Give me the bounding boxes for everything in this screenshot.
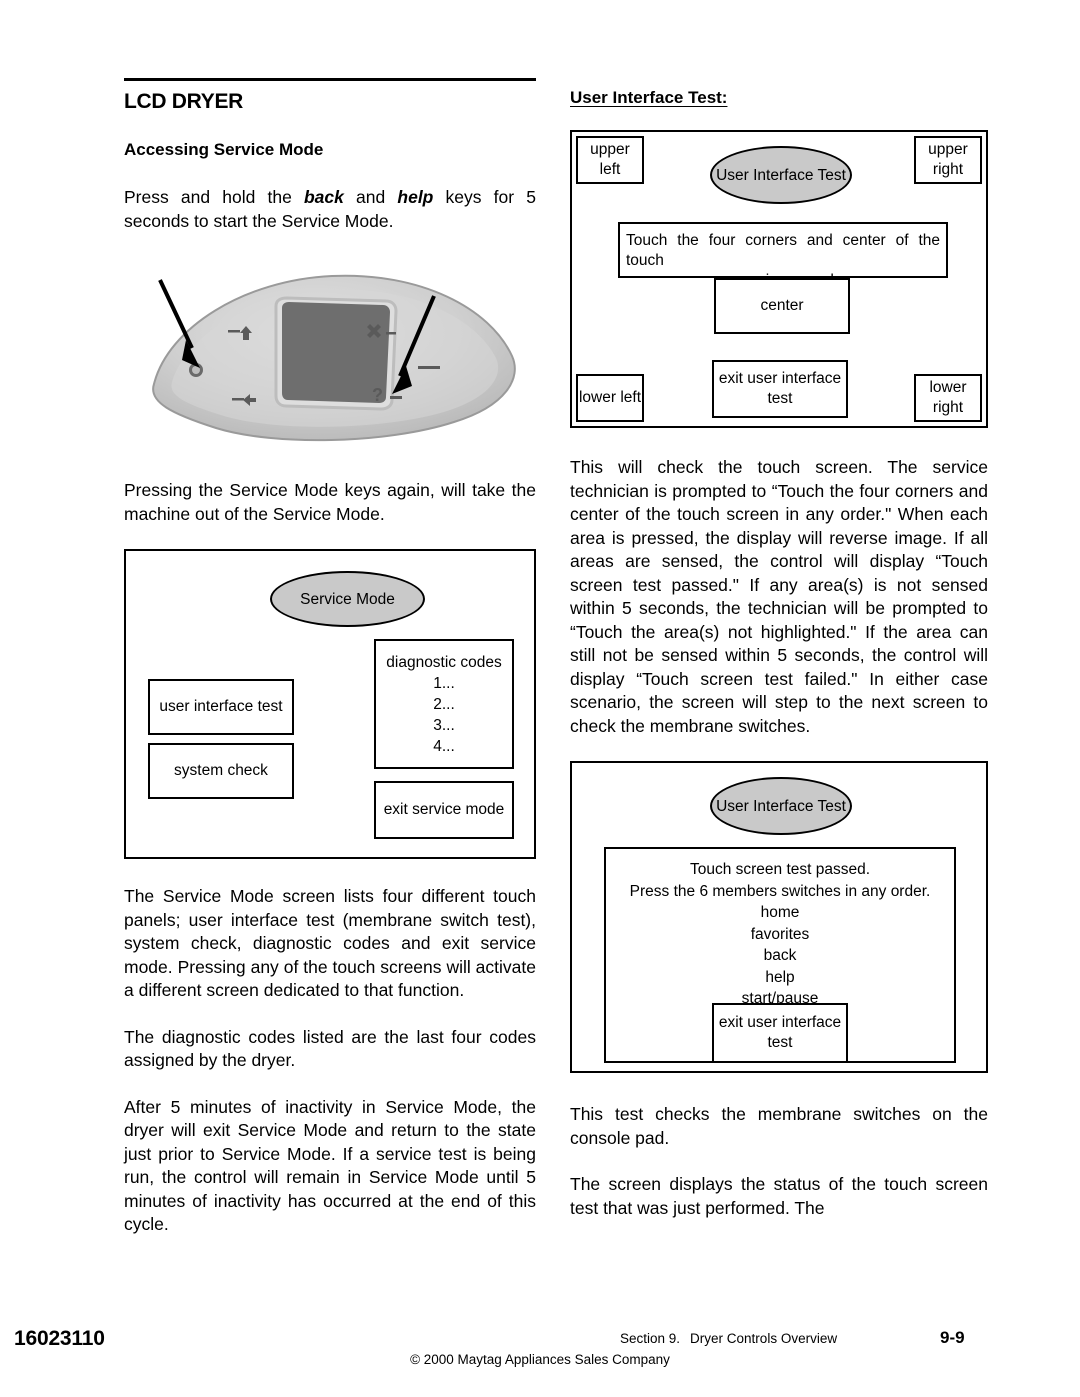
user-interface-test-diagram-corners: upper left upper right lower left lower … xyxy=(570,130,988,428)
service-mode-diagram: Service Mode user interface test system … xyxy=(124,549,536,859)
document-page: LCD DRYER Accessing Service Mode Press a… xyxy=(0,0,1080,1397)
ui-test-prompt-line1: Touch the four corners and center of the… xyxy=(626,232,940,269)
corner-lower-right-button[interactable]: lower right xyxy=(914,374,982,422)
corner-upper-left-button[interactable]: upper left xyxy=(576,136,644,184)
paragraph-touch-screen-check: This will check the touch screen. The se… xyxy=(570,457,988,736)
ui-test-2-title-ellipse: User Interface Test xyxy=(710,777,852,835)
svg-text:?: ? xyxy=(372,385,383,405)
exit-user-interface-test-button-2[interactable]: exit user interface test xyxy=(712,1003,848,1063)
paragraph-exit-service-mode: Pressing the Service Mode keys again, wi… xyxy=(124,480,536,524)
corner-lower-left-button[interactable]: lower left xyxy=(576,374,644,422)
switch-help: help xyxy=(765,968,795,986)
exit-user-interface-test-button-1[interactable]: exit user interface test xyxy=(712,360,848,418)
dash-key-glyph xyxy=(418,366,440,369)
service-mode-exit-button[interactable]: exit service mode xyxy=(374,781,514,839)
user-interface-test-diagram-switches: User Interface Test Touch screen test pa… xyxy=(570,761,988,1073)
diagnostic-codes-header: diagnostic codes xyxy=(386,653,502,671)
dryer-console-illustration: ? xyxy=(124,256,536,461)
left-column: LCD DRYER Accessing Service Mode Press a… xyxy=(124,78,536,1237)
center-button[interactable]: center xyxy=(714,278,850,334)
diagnostic-code-1: 1... xyxy=(433,674,455,692)
service-mode-user-interface-test-button[interactable]: user interface test xyxy=(148,679,294,735)
footer-section-title: Section 9. Dryer Controls Overview xyxy=(620,1331,837,1346)
paragraph-membrane-switch-test: This test checks the membrane switches o… xyxy=(570,1104,988,1148)
result-line-2: Press the 6 members switches in any orde… xyxy=(629,882,931,900)
paragraph-diagnostic-codes: The diagnostic codes listed are the last… xyxy=(124,1026,536,1071)
page-number: 9-9 xyxy=(940,1328,965,1347)
switch-home: home xyxy=(760,904,800,921)
diagnostic-code-2: 2... xyxy=(433,695,455,713)
diagnostic-code-4: 4... xyxy=(433,737,455,755)
switch-favorites: favorites xyxy=(750,925,810,943)
paragraph-screen-status: The screen displays the status of the to… xyxy=(570,1174,988,1218)
corner-upper-right-button[interactable]: upper right xyxy=(914,136,982,184)
paragraph-touch-panels: The Service Mode screen lists four diffe… xyxy=(124,886,536,1000)
key-back: back xyxy=(303,187,344,207)
copyright-notice: © 2000 Maytag Appliances Sales Company xyxy=(410,1352,670,1367)
diagnostic-codes-list: diagnostic codes 1... 2... 3... 4... xyxy=(386,652,501,757)
switch-back: back xyxy=(763,947,797,964)
service-mode-system-check-button[interactable]: system check xyxy=(148,743,294,799)
footer-section-name: Dryer Controls Overview xyxy=(690,1331,838,1346)
ui-test-title-ellipse: User Interface Test xyxy=(710,146,852,204)
intro-text-a: Press and hold the xyxy=(124,187,304,207)
user-interface-test-heading: User Interface Test: xyxy=(570,88,728,107)
document-number: 16023110 xyxy=(14,1327,105,1350)
intro-text-b: and xyxy=(343,187,398,207)
subsection-title: Accessing Service Mode xyxy=(124,140,324,159)
ui-test-prompt-panel: Touch the four corners and center of the… xyxy=(618,222,948,289)
diagnostic-code-3: 3... xyxy=(433,716,455,734)
result-line-1: Touch screen test passed. xyxy=(689,861,871,878)
page-title: LCD DRYER xyxy=(124,90,244,113)
right-column: User Interface Test: upper left upper ri… xyxy=(570,88,988,1220)
service-mode-diagnostic-codes-panel[interactable]: diagnostic codes 1... 2... 3... 4... xyxy=(374,639,514,769)
paragraph-inactivity-timeout: After 5 minutes of inactivity in Service… xyxy=(124,1096,536,1235)
service-mode-title-ellipse: Service Mode xyxy=(270,571,425,627)
paragraph-intro: Press and hold the back and help keys fo… xyxy=(124,186,536,233)
console-image: ? xyxy=(152,274,516,442)
footer-section-label: Section 9. xyxy=(620,1331,681,1346)
section-rule xyxy=(124,78,536,81)
key-help: help xyxy=(397,187,434,207)
